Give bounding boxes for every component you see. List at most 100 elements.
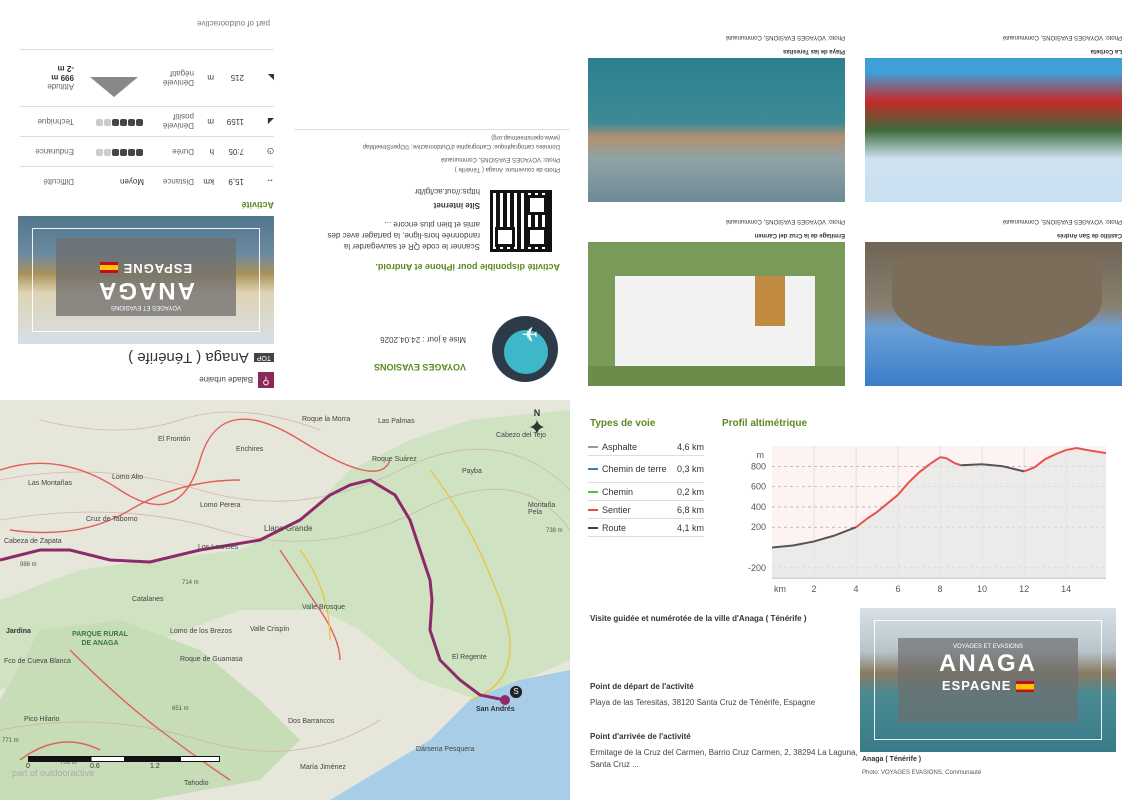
spot-height: 986 m <box>20 562 37 568</box>
map-label: El Frontón <box>158 436 191 443</box>
endurance-label: Endurance <box>35 147 74 156</box>
x-tick-label: 10 <box>977 584 987 594</box>
photo-ermitage <box>588 242 845 386</box>
endurance-dots <box>74 147 144 156</box>
banner-title: ANAGA <box>97 277 195 304</box>
ascent-icon: ◢ <box>267 117 274 126</box>
photo-corbeta <box>865 58 1122 202</box>
banner-sub: ESPAGNE <box>941 678 1012 693</box>
y-unit-label: m <box>757 450 765 460</box>
altitude-min: -2 m <box>57 64 74 74</box>
voie-item: Sentier 6,8 km <box>588 501 704 519</box>
cover-panel: part of outdooractive VOYAGES ET EVASION… <box>0 0 570 400</box>
map-panel[interactable]: Roque la Morra Las Palmas El Frontón Cab… <box>0 400 570 800</box>
spain-flag-icon <box>1016 681 1035 693</box>
spot-height: 714 m <box>182 580 199 586</box>
photo-credit: Photo: VOYAGES EVASIONS, Communauté <box>440 156 560 162</box>
voie-item: Chemin de terre 0,3 km <box>588 456 704 483</box>
altitude-graphic <box>74 53 144 103</box>
spot-height: 771 m <box>2 738 19 744</box>
qr-code[interactable] <box>490 190 552 252</box>
y-tick-label: -200 <box>748 563 766 573</box>
publisher-logo: ✈ <box>492 316 558 382</box>
descent-icon: ◣ <box>267 73 274 83</box>
plane-icon: ✈ <box>521 322 538 344</box>
ascent-label: Dénivelé positif <box>162 112 194 131</box>
x-tick-label: 4 <box>854 584 859 594</box>
top-badge: TOP <box>253 353 274 363</box>
y-tick-label: 200 <box>751 522 766 532</box>
ascent-unit: m <box>207 117 214 126</box>
start-marker-icon[interactable]: S <box>510 686 522 698</box>
y-tick-label: 400 <box>751 502 766 512</box>
y-tick-label: 800 <box>751 461 766 471</box>
x-tick-label: 2 <box>812 584 817 594</box>
descent-unit: m <box>207 73 214 83</box>
map-label: Roque Suárez <box>372 456 417 463</box>
map-label: Tahodio <box>184 780 209 787</box>
map-label: Dársena Pesquera <box>416 746 475 753</box>
x-tick-label: 14 <box>1061 584 1071 594</box>
altitude-label: Altitude <box>47 82 74 92</box>
map-label: Cruz de Taborno <box>86 516 138 523</box>
distance-unit: km <box>203 177 214 186</box>
photo-castillo-caption: Castillo de San Andrés <box>1056 232 1122 238</box>
banner-sub: ESPAGNE <box>122 261 193 276</box>
activity-row-duration: ◷ 7:05 h Durée Endurance <box>20 136 274 166</box>
duration-value: 7:05 <box>228 147 244 156</box>
x-unit-label: km <box>774 584 786 594</box>
map-label: Valle Crispín <box>250 626 290 633</box>
x-tick-label: 6 <box>896 584 901 594</box>
photo-ermitage-caption: Ermitage de la Cruz del Carmen <box>754 232 845 238</box>
anaga-photo-title: Anaga ( Ténérife ) <box>862 756 922 763</box>
profile-segment <box>939 456 947 460</box>
photo-castillo <box>865 242 1122 386</box>
distance-label: Distance <box>162 177 194 186</box>
y-tick-label: 600 <box>751 482 766 492</box>
app-text: Scanner le code QR et sauvegarder la ran… <box>327 220 480 251</box>
voie-item: Chemin 0,2 km <box>588 483 704 501</box>
photo-corbeta-credit: Photo: VOYAGES EVASIONS, Communauté <box>1002 34 1122 40</box>
descent-label: Dénivelé négatif <box>162 69 194 87</box>
photo-ermitage-credit: Photo: VOYAGES EVASIONS, Communauté <box>725 218 845 224</box>
photo-castillo-credit: Photo: VOYAGES EVASIONS, Communauté <box>1002 218 1122 224</box>
distance-value: 15,9 <box>228 177 244 186</box>
map-label: Lomo Alto <box>112 474 144 481</box>
map-label: Montaña Pela <box>528 502 556 516</box>
technique-label: Technique <box>37 117 74 126</box>
category-label: Balade urbaine <box>199 375 253 385</box>
map-data-credit: Données cartographique: Cartographie d'O… <box>362 134 560 149</box>
map-label: San Andrés <box>476 706 515 713</box>
difficulty-value: Moyen <box>119 177 144 186</box>
scale-label: 1.2 <box>150 763 160 770</box>
map-label: Las Palmas <box>378 418 415 425</box>
end-text: Ermitage de la Cruz del Carmen, Barrio C… <box>590 748 858 769</box>
info-panel: Types de voie Asphalte 4,6 km Chemin de t… <box>570 400 1140 800</box>
cover-title: Anaga ( Ténérife ) <box>128 349 249 367</box>
spot-height: 651 m <box>172 706 189 712</box>
brand-footer: part of outdooractive <box>197 19 270 28</box>
map-label: Jardina <box>6 628 31 635</box>
map-label: Llano Grande <box>264 524 313 533</box>
topo-map <box>0 400 570 800</box>
map-label: Payba <box>462 468 482 475</box>
cover-banner-photo: VOYAGES ET EVASIONS ANAGA ESPAGNE <box>18 216 274 344</box>
start-title: Point de départ de l'activité <box>590 682 694 691</box>
photo-playa-credit: Photo: VOYAGES EVASIONS, Communauté <box>725 34 845 40</box>
map-label: Roque la Morra <box>302 416 351 423</box>
category-line: ⚲ Balade urbaine <box>199 372 274 388</box>
technique-dots <box>74 117 144 126</box>
anaga-photo-credit: Photo: VOYAGES EVASIONS, Communauté <box>862 770 982 776</box>
activity-row-ascent: ◢ 1159 m Dénivelé positif Technique <box>20 106 274 136</box>
difficulty-label: Difficulté <box>43 177 74 186</box>
map-label: María Jiménez <box>300 764 346 771</box>
descent-value: 215 <box>230 73 244 83</box>
map-label: Dos Barrancos <box>288 718 335 725</box>
voie-heading: Types de voie <box>590 418 656 429</box>
updated-date: Mise à jour : 24.04.2026 <box>380 335 466 344</box>
site-url[interactable]: https://out.ac/lgl/br <box>415 187 480 196</box>
photo-playa <box>588 58 845 202</box>
banner-title: ANAGA <box>939 650 1037 677</box>
divider <box>294 129 570 130</box>
publisher-name: VOYAGES EVASIONS <box>373 362 466 372</box>
